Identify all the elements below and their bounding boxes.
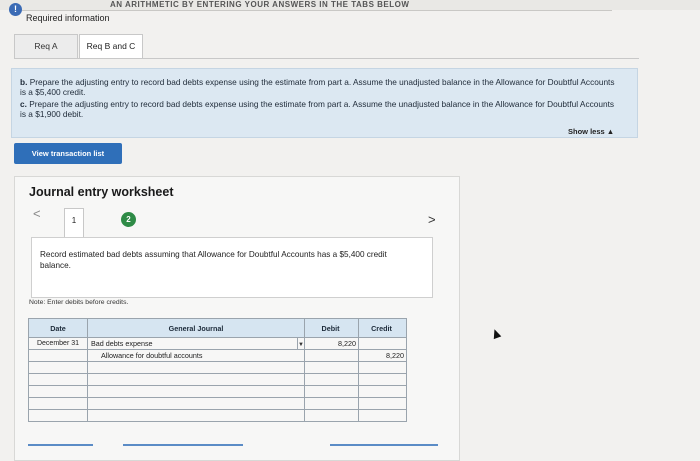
debit-cell[interactable] <box>304 349 359 362</box>
date-cell[interactable]: December 31 <box>28 337 88 350</box>
debit-cell[interactable] <box>304 409 359 422</box>
table-row <box>28 361 407 374</box>
step-tab-1[interactable]: 1 <box>64 208 84 238</box>
account-cell[interactable] <box>87 361 305 374</box>
tab-req-a[interactable]: Req A <box>14 34 78 59</box>
credit-cell[interactable] <box>358 361 407 374</box>
tabs-divider <box>14 58 639 59</box>
account-cell[interactable] <box>87 373 305 386</box>
general-journal-header: General Journal <box>87 318 305 338</box>
debit-cell[interactable]: 8,220 <box>304 337 359 350</box>
date-cell[interactable] <box>28 385 88 398</box>
date-cell[interactable] <box>28 397 88 410</box>
credit-cell[interactable]: 8,220 <box>358 349 407 362</box>
table-row <box>28 373 407 386</box>
mouse-cursor-icon <box>490 327 502 340</box>
chevron-down-icon: ▼ <box>297 342 304 348</box>
debit-header: Debit <box>304 318 359 338</box>
account-cell[interactable]: Bad debts expense <box>87 337 298 350</box>
table-row <box>28 397 407 410</box>
debit-cell[interactable] <box>304 361 359 374</box>
debit-cell[interactable] <box>304 397 359 410</box>
table-row: Allowance for doubtful accounts 8,220 <box>28 349 407 362</box>
entry-note: Note: Enter debits before credits. <box>29 299 129 306</box>
step-tab-2[interactable]: 2 <box>121 212 136 227</box>
required-information-label: Required information <box>26 13 110 23</box>
worksheet-title: Journal entry worksheet <box>29 185 174 199</box>
button-edge <box>330 444 438 446</box>
debit-cell[interactable] <box>304 373 359 386</box>
table-row <box>28 385 407 398</box>
top-instruction-text: AN ARITHMETIC BY ENTERING YOUR ANSWERS I… <box>110 0 410 8</box>
account-cell[interactable]: Allowance for doubtful accounts <box>87 349 305 362</box>
button-edge <box>28 444 93 446</box>
table-row: December 31 Bad debts expense ▼ 8,220 <box>28 337 407 350</box>
credit-header: Credit <box>358 318 407 338</box>
account-cell[interactable] <box>87 385 305 398</box>
show-less-link[interactable]: Show less ▲ <box>568 127 614 136</box>
instructions-panel: b. Prepare the adjusting entry to record… <box>11 68 638 138</box>
view-transaction-list-button[interactable]: View transaction list <box>14 143 122 164</box>
journal-header-row: Date General Journal Debit Credit <box>28 318 407 338</box>
instruction-c: c. Prepare the adjusting entry to record… <box>20 99 615 119</box>
tab-req-b-and-c[interactable]: Req B and C <box>79 34 143 59</box>
credit-cell[interactable] <box>358 397 407 410</box>
credit-cell[interactable] <box>358 337 407 350</box>
instruction-b: b. Prepare the adjusting entry to record… <box>20 77 615 97</box>
date-header: Date <box>28 318 88 338</box>
debit-cell[interactable] <box>304 385 359 398</box>
account-cell[interactable] <box>87 409 305 422</box>
credit-cell[interactable] <box>358 409 407 422</box>
prev-arrow-icon[interactable]: < <box>33 206 41 221</box>
table-row <box>28 409 407 422</box>
credit-cell[interactable] <box>358 385 407 398</box>
date-cell[interactable] <box>28 349 88 362</box>
date-cell[interactable] <box>28 409 88 422</box>
date-cell[interactable] <box>28 361 88 374</box>
account-dropdown[interactable]: ▼ <box>296 337 306 350</box>
account-cell[interactable] <box>87 397 305 410</box>
divider <box>22 10 612 11</box>
journal-table: Date General Journal Debit Credit Decemb… <box>28 318 407 422</box>
date-cell[interactable] <box>28 373 88 386</box>
next-arrow-icon[interactable]: > <box>428 212 436 227</box>
credit-cell[interactable] <box>358 373 407 386</box>
alert-icon: ! <box>9 3 22 16</box>
entry-prompt-text: Record estimated bad debts assuming that… <box>40 250 387 270</box>
button-edge <box>123 444 243 446</box>
